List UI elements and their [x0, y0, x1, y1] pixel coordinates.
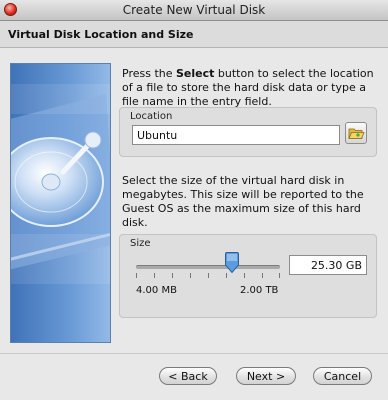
size-slider-track[interactable] [136, 265, 280, 269]
hard-disk-illustration [10, 63, 111, 343]
location-label: Location [130, 111, 173, 122]
size-slider-thumb[interactable] [224, 252, 240, 274]
button-separator [0, 353, 388, 354]
size-description: Select the size of the virtual hard disk… [122, 174, 364, 229]
size-group: Size 4.00 MB 2.00 TB [119, 234, 377, 318]
size-label: Size [130, 238, 151, 249]
page-header: Virtual Disk Location and Size [0, 21, 388, 48]
size-min-label: 4.00 MB [136, 285, 177, 296]
window-title: Create New Virtual Disk [122, 3, 266, 17]
location-description: Press the Select button to select the lo… [122, 67, 374, 108]
wizard-content: Press the Select button to select the lo… [4, 57, 384, 350]
folder-open-icon [348, 128, 365, 139]
size-slider-ticks [136, 273, 280, 279]
back-button[interactable]: < Back [159, 367, 217, 385]
page-title: Virtual Disk Location and Size [8, 28, 194, 41]
size-input[interactable] [289, 255, 367, 275]
select-location-button[interactable] [345, 122, 367, 144]
size-max-label: 2.00 TB [240, 285, 279, 296]
create-virtual-disk-window: Create New Virtual Disk Virtual Disk Loc… [0, 0, 388, 400]
location-input[interactable] [132, 125, 340, 145]
next-button[interactable]: Next > [236, 367, 296, 385]
title-bar[interactable]: Create New Virtual Disk [0, 0, 388, 21]
cancel-button[interactable]: Cancel [313, 367, 372, 385]
location-group: Location [119, 107, 377, 157]
